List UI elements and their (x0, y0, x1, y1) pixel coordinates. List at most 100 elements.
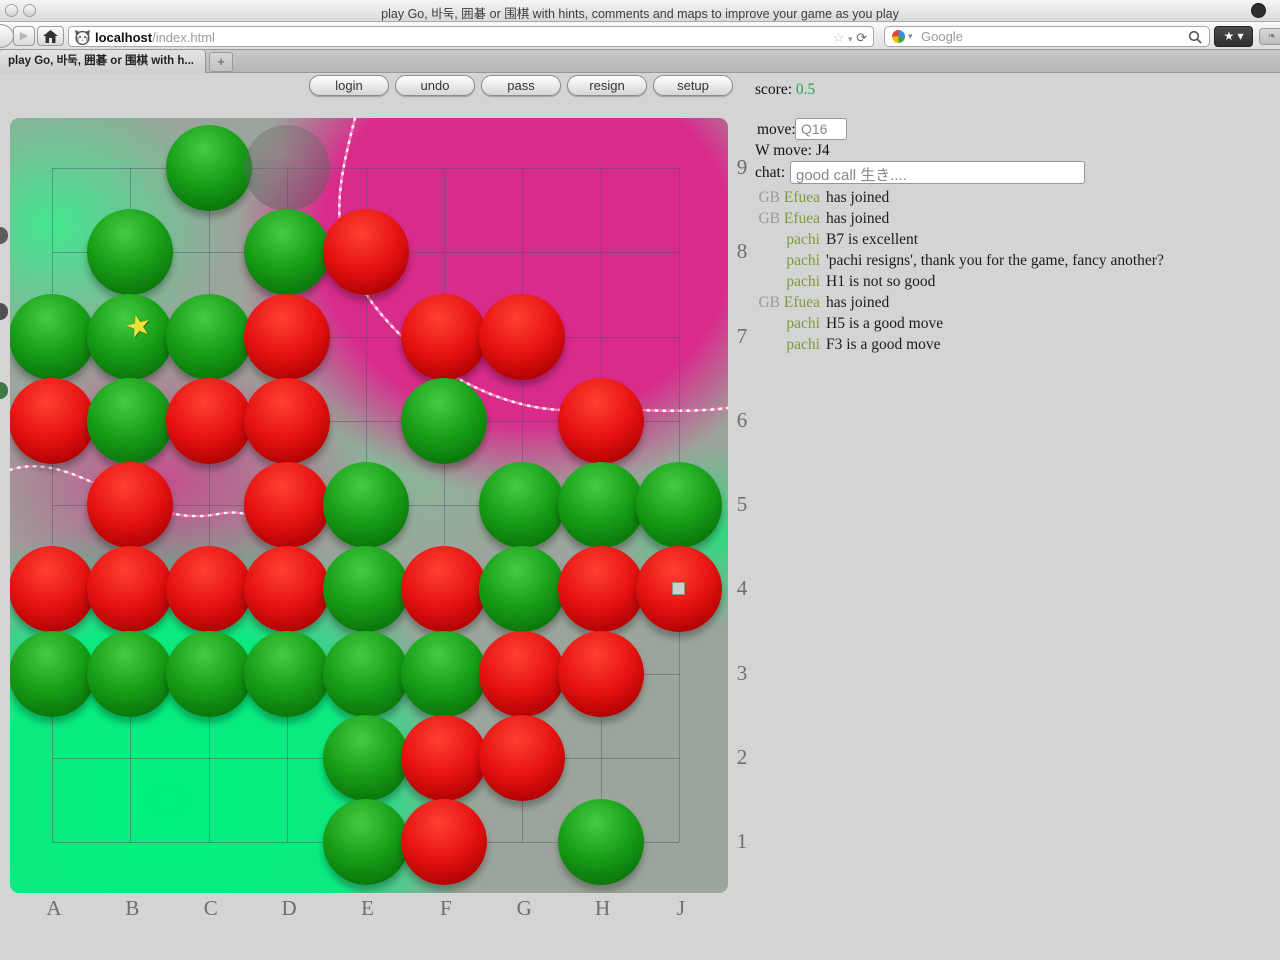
stone-F7[interactable] (401, 294, 487, 380)
row-label-3: 3 (732, 661, 752, 686)
stone-B5[interactable] (87, 462, 173, 548)
stone-C9[interactable] (166, 125, 252, 211)
stone-D3[interactable] (244, 631, 330, 717)
stone-E5[interactable] (323, 462, 409, 548)
chat-message: pachiF3 is a good move (755, 334, 1275, 355)
stone-F4[interactable] (401, 546, 487, 632)
col-label-B: B (122, 896, 142, 921)
back-button[interactable] (0, 24, 14, 48)
chat-message: pachi 'pachi resigns', thank you for the … (755, 250, 1275, 271)
url-field[interactable]: localhost/index.html ☆ ▾ ⟳ (68, 26, 874, 47)
google-logo-icon (892, 30, 905, 43)
col-label-E: E (358, 896, 378, 921)
bookmarks-button[interactable]: ★ ▾ (1214, 26, 1253, 47)
stone-E4[interactable] (323, 546, 409, 632)
home-button[interactable] (37, 26, 64, 46)
search-placeholder: Google (921, 29, 963, 44)
stone-H3[interactable] (558, 631, 644, 717)
stone-F1[interactable] (401, 799, 487, 885)
undo-button[interactable]: undo (395, 75, 475, 96)
edge-bump (0, 227, 8, 244)
extension-icon[interactable]: ❧ (1259, 28, 1280, 45)
col-label-G: G (514, 896, 534, 921)
stone-E8[interactable] (323, 209, 409, 295)
chat-message: pachiB7 is excellent (755, 229, 1275, 250)
login-button[interactable]: login (309, 75, 389, 96)
site-favicon-cat-icon (74, 29, 91, 51)
stone-F3[interactable] (401, 631, 487, 717)
chat-nickname: Efuea (784, 189, 820, 206)
stone-D6[interactable] (244, 378, 330, 464)
stone-G7[interactable] (479, 294, 565, 380)
chat-input[interactable]: good call 生き.... (790, 161, 1085, 184)
tab-bar: play Go, 바둑, 囲碁 or 围棋 with h... + (0, 50, 1280, 73)
forward-button[interactable]: ▶ (13, 26, 35, 46)
stone-H1[interactable] (558, 799, 644, 885)
go-board[interactable]: ★ (10, 118, 728, 893)
stone-F2[interactable] (401, 715, 487, 801)
chat-nickname: pachi (786, 252, 820, 269)
stone-D4[interactable] (244, 546, 330, 632)
stone-A3[interactable] (10, 631, 95, 717)
stone-H4[interactable] (558, 546, 644, 632)
chat-nickname: pachi (786, 273, 820, 290)
window-title: play Go, 바둑, 囲碁 or 围棋 with hints, commen… (0, 3, 1280, 22)
stone-C6[interactable] (166, 378, 252, 464)
home-icon (43, 30, 58, 43)
stone-E3[interactable] (323, 631, 409, 717)
stone-B6[interactable] (87, 378, 173, 464)
new-tab-button[interactable]: + (209, 52, 233, 72)
stone-H5[interactable] (558, 462, 644, 548)
reload-icon[interactable]: ⟳ (856, 30, 867, 45)
stone-G5[interactable] (479, 462, 565, 548)
chat-text: 'pachi resigns', thank you for the game,… (826, 250, 1164, 271)
stone-G4[interactable] (479, 546, 565, 632)
stone-G2[interactable] (479, 715, 565, 801)
stone-F6[interactable] (401, 378, 487, 464)
ghost-stone-D9[interactable] (244, 125, 330, 211)
stone-D8[interactable] (244, 209, 330, 295)
resign-button[interactable]: resign (567, 75, 647, 96)
chat-text: has joined (826, 292, 889, 313)
chat-text: H1 is not so good (826, 271, 935, 292)
row-label-9: 9 (732, 155, 752, 180)
chat-message: pachiH5 is a good move (755, 313, 1275, 334)
stone-A7[interactable] (10, 294, 95, 380)
stone-H6[interactable] (558, 378, 644, 464)
stone-G3[interactable] (479, 631, 565, 717)
stone-E2[interactable] (323, 715, 409, 801)
chat-rank: GB (758, 294, 783, 311)
chat-label: chat: (755, 164, 785, 182)
stone-C4[interactable] (166, 546, 252, 632)
last-move-marker (672, 582, 685, 595)
stone-C7[interactable] (166, 294, 252, 380)
move-input[interactable]: Q16 (795, 118, 847, 140)
chat-message: GB Efueahas joined (755, 208, 1275, 229)
pass-button[interactable]: pass (481, 75, 561, 96)
window-theme-button[interactable] (1251, 3, 1266, 18)
game-toolbar: login undo pass resign setup (309, 75, 733, 96)
chat-nickname: Efuea (784, 210, 820, 227)
search-icon[interactable] (1188, 30, 1202, 49)
row-label-7: 7 (732, 324, 752, 349)
stone-J5[interactable] (636, 462, 722, 548)
url-path: /index.html (152, 30, 215, 45)
col-label-C: C (201, 896, 221, 921)
stone-C3[interactable] (166, 631, 252, 717)
setup-button[interactable]: setup (653, 75, 733, 96)
chat-text: H5 is a good move (826, 313, 943, 334)
url-dropdown-icon[interactable]: ▾ (848, 34, 853, 44)
col-label-A: A (44, 896, 64, 921)
chat-nickname: pachi (786, 231, 820, 248)
bookmark-star-icon[interactable]: ☆ (833, 30, 845, 45)
search-field[interactable]: ▾ Google (884, 26, 1210, 47)
stone-D5[interactable] (244, 462, 330, 548)
search-engine-dropdown-icon[interactable]: ▾ (908, 31, 913, 42)
stone-B3[interactable] (87, 631, 173, 717)
stone-D7[interactable] (244, 294, 330, 380)
stone-E1[interactable] (323, 799, 409, 885)
stone-A4[interactable] (10, 546, 95, 632)
stone-A6[interactable] (10, 378, 95, 464)
score-value: 0.5 (796, 81, 815, 98)
tab-play-go[interactable]: play Go, 바둑, 囲碁 or 围棋 with h... (0, 50, 206, 73)
